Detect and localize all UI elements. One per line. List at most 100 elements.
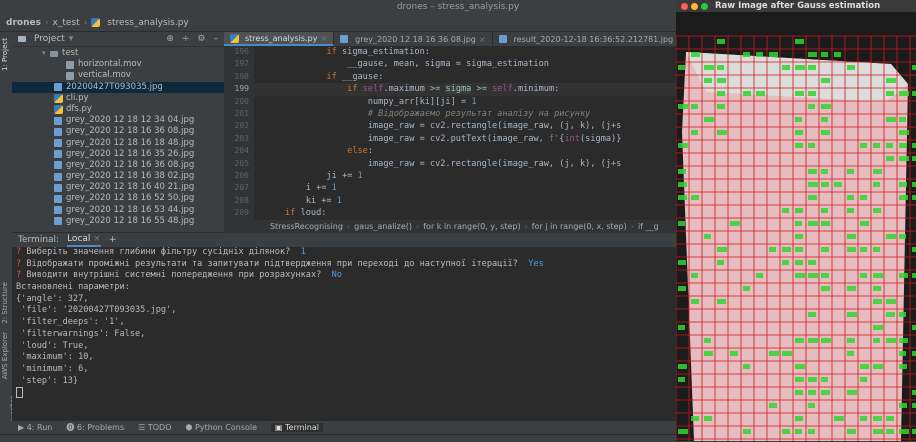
tool-tab-aws-explorer[interactable]: AWS Explorer (1, 332, 9, 379)
terminal-label: Terminal: (18, 235, 60, 245)
project-tree-item[interactable]: 20200427T093035.jpg (12, 81, 224, 93)
run-tool-button[interactable]: ▶ 4: Run (18, 423, 52, 432)
breadcrumb-item[interactable]: for k in range(0, y, step) (423, 222, 520, 231)
zoom-window-icon[interactable] (701, 2, 708, 10)
code-line[interactable]: image_raw = cv2.putText(image_raw, f'{in… (254, 133, 676, 145)
project-tree-item[interactable]: horizontal.mov (12, 59, 224, 70)
editor-tab[interactable]: stress_analysis.py × (224, 32, 335, 46)
project-tree: ▾ test horizontal.mov vertical.mov 20200427T… (12, 47, 224, 227)
breadcrumb-separator-icon: › (524, 222, 528, 231)
project-panel-title[interactable]: Project (34, 34, 65, 44)
code-line[interactable]: numpy_arr[ki][ji] = 1 (254, 96, 676, 108)
project-tree-item[interactable]: grey_2020 12 18 16 40 21.jpg (12, 182, 224, 193)
problems-tool-button[interactable]: ⓿ 6: Problems (66, 422, 124, 433)
code-line[interactable]: if loud: (254, 207, 676, 219)
nav-separator-icon: › (44, 17, 49, 28)
image-file-icon (54, 161, 62, 170)
line-number: 207 (234, 183, 249, 193)
line-number: 196 (234, 47, 249, 56)
code-editor[interactable]: 196 197 198 199 200 201 202 203 204 205 206 207 208 2… (224, 46, 676, 220)
breadcrumb-separator-icon: › (346, 222, 351, 231)
project-tree-item[interactable]: grey_2020 12 18 12 34 04.jpg (12, 115, 224, 126)
image-file-icon (54, 217, 62, 226)
project-tree-item[interactable]: grey_2020 12 18 16 35 26.jpg (12, 149, 224, 160)
code-content[interactable]: if sigma_estimation: __gause, mean, sigm… (254, 46, 676, 219)
code-line[interactable]: ji += 1 (254, 170, 676, 182)
project-tree-item-label: test (62, 48, 79, 58)
line-number: 205 (234, 158, 249, 168)
code-line[interactable]: # Відображаємо результат аналізу на рису… (254, 108, 676, 120)
editor-tab-label: grey_2020 12 18 16 36 08.jpg (355, 34, 476, 44)
terminal-tab-local[interactable]: Local × (67, 233, 101, 247)
code-line-current[interactable]: if self.maximum >= sigma >= self.minimum… (254, 83, 676, 96)
gear-icon[interactable]: ⚙ (197, 34, 205, 44)
project-panel-header: Project ▾ ⊕ ÷ ⚙ – (12, 32, 224, 47)
tool-tab-structure[interactable]: 2: Structure (1, 282, 9, 324)
add-terminal-button[interactable]: + (109, 235, 117, 245)
line-number: 209 (234, 208, 249, 218)
chevron-down-icon[interactable]: ▾ (69, 34, 74, 44)
chevron-down-icon[interactable]: ▾ (42, 48, 50, 59)
close-icon[interactable]: × (320, 34, 327, 43)
python-console-tool-button[interactable]: ⬢ Python Console (185, 423, 257, 432)
close-window-icon[interactable] (681, 2, 688, 10)
terminal-cursor[interactable] (16, 387, 23, 399)
editor-tab[interactable]: result_2020-12-18 16:36:52.212781.jpg × (493, 32, 676, 46)
tool-tab-project[interactable]: 1: Project (1, 38, 9, 71)
breadcrumb-item[interactable]: gaus_analize() (354, 222, 412, 231)
project-tree-item[interactable]: vertical.mov (12, 70, 224, 81)
project-tree-item[interactable]: grey_2020 12 18 16 36 08.jpg (12, 160, 224, 171)
collapse-icon[interactable]: ÷ (182, 34, 190, 44)
code-line[interactable]: ki += 1 (254, 195, 676, 207)
project-tree-item[interactable]: dfs.py (12, 104, 224, 115)
locate-icon[interactable]: ⊕ (166, 34, 174, 44)
image-window[interactable]: Raw Image after Gauss estimation (676, 0, 916, 441)
line-number: 204 (234, 146, 249, 156)
editor-tab[interactable]: grey_2020 12 18 16 36 08.jpg × (334, 32, 493, 46)
todo-tool-button[interactable]: ☰ TODO (138, 423, 171, 432)
terminal-output[interactable]: ? Виберіть значення глибини фільтру сусі… (12, 247, 676, 421)
line-number: 197 (234, 59, 249, 69)
project-tree-item[interactable]: grey_2020 12 18 16 36 08.jpg (12, 126, 224, 137)
question-mark-icon: ? (16, 258, 22, 269)
project-tree-item[interactable]: ▾ test (12, 48, 224, 59)
prompt-answer: No (331, 270, 343, 281)
nav-folder[interactable]: x_test (53, 18, 80, 28)
video-file-icon (66, 60, 74, 69)
project-tree-item[interactable]: cli.py (12, 93, 224, 104)
project-tree-item[interactable]: grey_2020 12 18 16 18 48.jpg (12, 138, 224, 149)
project-tree-item-label: horizontal.mov (78, 59, 142, 70)
image-file-icon (340, 35, 349, 43)
code-line[interactable]: __gause, mean, sigma = sigma_estimation (254, 58, 676, 70)
breadcrumb-item[interactable]: if __g (638, 222, 659, 231)
project-tree-item[interactable]: grey_2020 12 18 16 53 44.jpg (12, 205, 224, 216)
nav-project[interactable]: drones (6, 18, 41, 28)
image-window-titlebar[interactable]: Raw Image after Gauss estimation (676, 0, 916, 12)
code-line[interactable]: if __gause: (254, 71, 676, 83)
image-window-title: Raw Image after Gauss estimation (715, 1, 881, 11)
project-tree-item[interactable]: grey_2020 12 18 16 38 02.jpg (12, 171, 224, 182)
nav-file[interactable]: stress_analysis.py (107, 18, 188, 28)
code-line[interactable]: i += 1 (254, 182, 676, 194)
breadcrumb-item[interactable]: for j in range(0, x, step) (532, 222, 627, 231)
breadcrumb-item[interactable]: StressRecognising (270, 222, 343, 231)
project-tree-item[interactable]: grey_2020 12 18 16 52 50.jpg (12, 193, 224, 204)
project-tree-item-label: grey_2020 12 18 16 38 02.jpg (66, 171, 195, 182)
close-icon[interactable]: × (479, 35, 486, 44)
code-line[interactable]: if sigma_estimation: (254, 46, 676, 58)
terminal-output-line: 'loud': True, (16, 340, 89, 351)
terminal-prompt-line: ? Відображати проміжні результати та зап… (16, 259, 676, 271)
code-line[interactable]: image_raw = cv2.rectangle(image_raw, (j,… (254, 158, 676, 170)
nav-separator-icon: › (83, 17, 88, 28)
terminal-output-line: 'minimum': 6, (16, 363, 89, 374)
project-tree-item-label: grey_2020 12 18 16 36 08.jpg (66, 159, 195, 170)
code-line[interactable]: else: (254, 145, 676, 157)
minimize-window-icon[interactable] (691, 2, 698, 10)
prompt-text: Відображати проміжні результати та запит… (26, 258, 518, 269)
code-line[interactable]: image_raw = cv2.rectangle(image_raw, (j,… (254, 120, 676, 132)
image-file-icon (54, 206, 62, 215)
terminal-tool-button[interactable]: ▣ Terminal (271, 423, 323, 432)
python-file-icon (54, 93, 63, 103)
project-tree-item[interactable]: grey_2020 12 18 16 55 48.jpg (12, 216, 224, 227)
hide-icon[interactable]: – (214, 34, 219, 44)
